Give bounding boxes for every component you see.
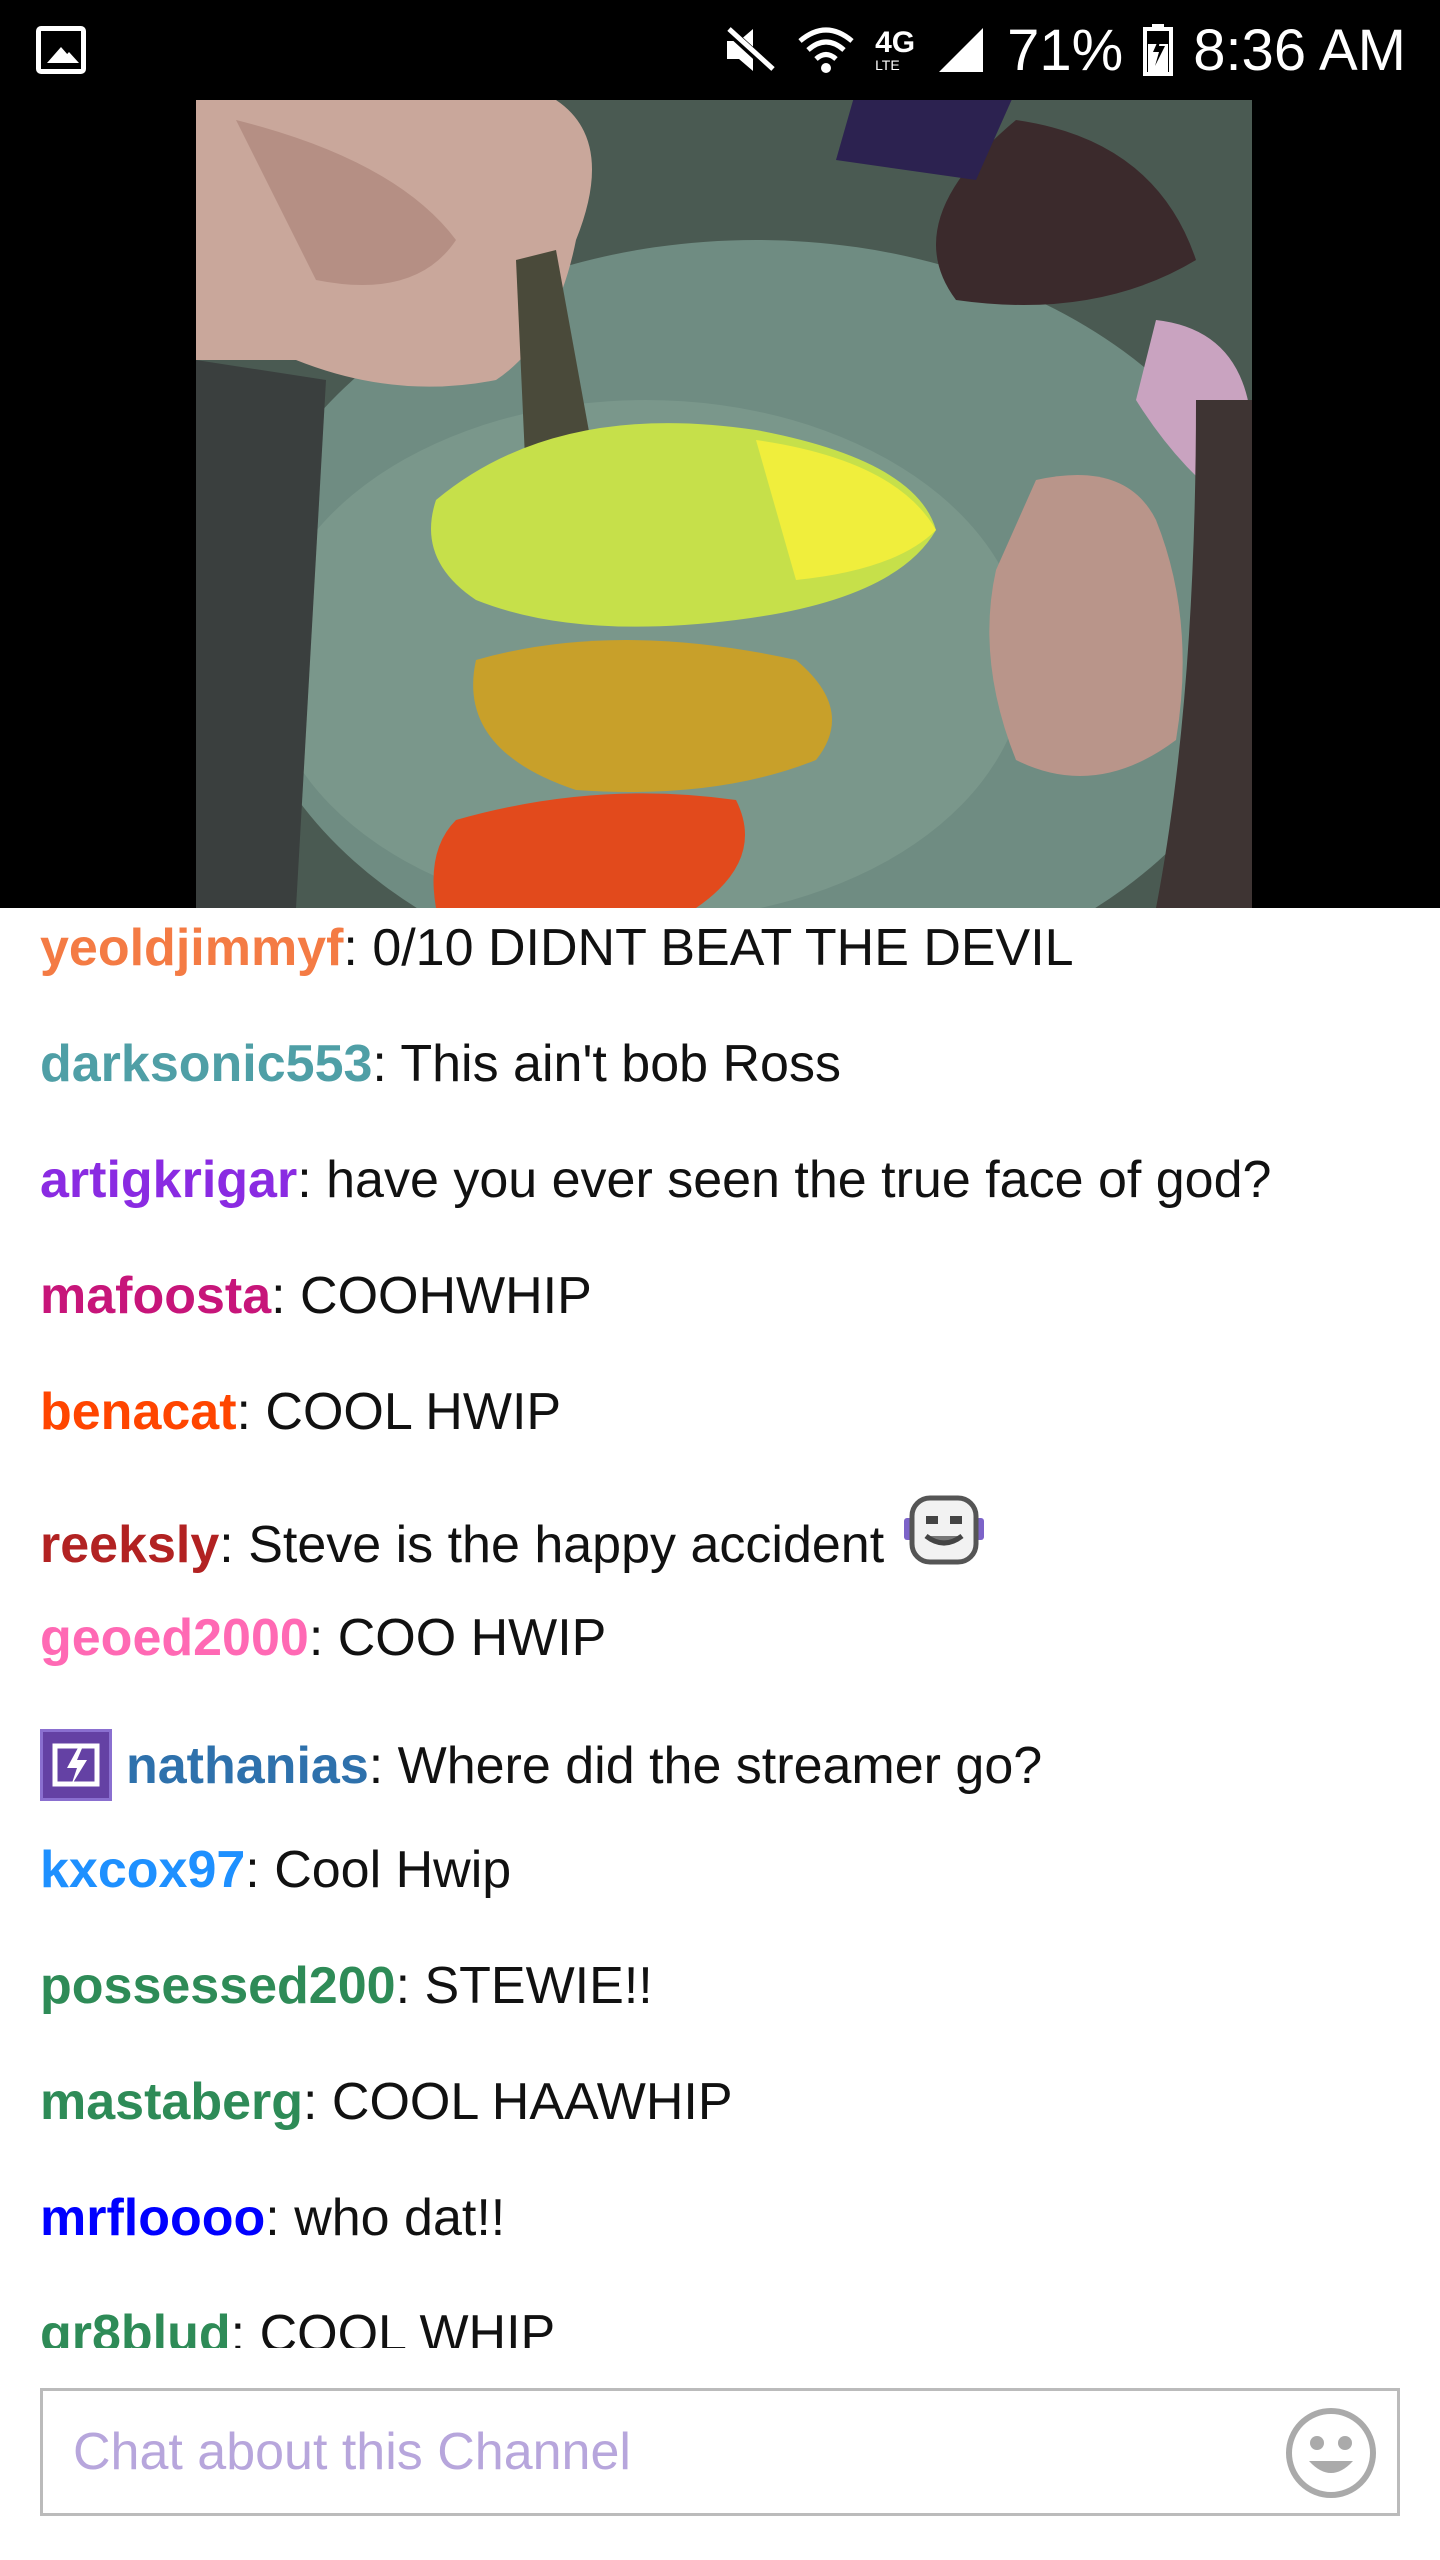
- chat-input[interactable]: [43, 2391, 1283, 2513]
- chat-text: : Cool Hwip: [245, 1841, 512, 1899]
- video-player[interactable]: [0, 100, 1440, 908]
- chat-username[interactable]: artigkrigar: [40, 1151, 297, 1209]
- chat-message: artigkrigar: have you ever seen the true…: [40, 1140, 1400, 1220]
- chat-message: possessed200: STEWIE!!: [40, 1946, 1400, 2026]
- chat-message: yeoldjimmyf: 0/10 DIDNT BEAT THE DEVIL: [40, 908, 1400, 988]
- status-bar: 4G LTE 71% 8:36 AM: [0, 0, 1440, 100]
- chat-input-box: [40, 2388, 1400, 2516]
- chat-message-list[interactable]: yeoldjimmyf: 0/10 DIDNT BEAT THE DEVIL d…: [0, 908, 1440, 2348]
- chat-username[interactable]: yeoldjimmyf: [40, 919, 343, 977]
- chat-message: reeksly: Steve is the happy accident: [40, 1495, 1400, 1580]
- video-thumbnail-painting: [196, 100, 1252, 908]
- chat-text: : Where did the streamer go?: [368, 1737, 1043, 1795]
- chat-username[interactable]: kxcox97: [40, 1841, 245, 1899]
- signal-icon: [935, 26, 987, 74]
- network-sub-label: LTE: [875, 57, 900, 73]
- chat-message: darksonic553: This ain't bob Ross: [40, 1024, 1400, 1104]
- turbo-badge[interactable]: [40, 1729, 112, 1802]
- emoji-icon[interactable]: [1283, 2405, 1379, 2501]
- chat-username[interactable]: benacat: [40, 1383, 237, 1441]
- chat-text: : COOHWHIP: [271, 1267, 592, 1325]
- wifi-icon: [797, 24, 855, 76]
- battery-percent: 71%: [1007, 17, 1124, 83]
- chat-text: : COOL HWIP: [236, 1383, 562, 1441]
- video-frame: [196, 100, 1252, 908]
- chat-message: nathanias: Where did the streamer go?: [40, 1726, 1400, 1806]
- chat-username[interactable]: gr8blud: [40, 2305, 231, 2348]
- chat-message: benacat: COOL HWIP: [40, 1372, 1400, 1452]
- chat-text: : 0/10 DIDNT BEAT THE DEVIL: [343, 919, 1074, 977]
- chat-username[interactable]: mrfloooo: [40, 2189, 265, 2247]
- chat-text: : STEWIE!!: [395, 1957, 653, 2015]
- gallery-icon: [36, 26, 86, 74]
- chat-username[interactable]: nathanias: [126, 1737, 369, 1795]
- chat-message: mastaberg: COOL HAAWHIP: [40, 2062, 1400, 2142]
- chat-message: mrfloooo: who dat!!: [40, 2178, 1400, 2258]
- mute-icon: [723, 25, 777, 75]
- chat-message: geoed2000: COO HWIP: [40, 1598, 1400, 1678]
- network-label: 4G: [875, 26, 916, 59]
- clock: 8:36 AM: [1193, 17, 1406, 83]
- robot-face-emote: [902, 1494, 986, 1591]
- chat-username[interactable]: possessed200: [40, 1957, 396, 2015]
- chat-text: : who dat!!: [265, 2189, 506, 2247]
- chat-text: : COO HWIP: [308, 1609, 607, 1667]
- chat-text: : COOL WHIP: [230, 2305, 556, 2348]
- chat-message: mafoosta: COOHWHIP: [40, 1256, 1400, 1336]
- chat-username[interactable]: mafoosta: [40, 1267, 271, 1325]
- chat-username[interactable]: reeksly: [40, 1516, 219, 1574]
- chat-text: : Steve is the happy accident: [219, 1516, 885, 1575]
- chat-username[interactable]: darksonic553: [40, 1035, 372, 1093]
- chat-message: kxcox97: Cool Hwip: [40, 1830, 1400, 1910]
- battery-icon: [1143, 24, 1174, 76]
- status-indicators: 4G LTE 71% 8:36 AM: [723, 16, 1406, 84]
- network-type-icon: 4G LTE: [875, 26, 916, 73]
- chat-text: : This ain't bob Ross: [372, 1035, 841, 1093]
- chat-text: : COOL HAAWHIP: [303, 2073, 733, 2131]
- chat-username[interactable]: geoed2000: [40, 1609, 309, 1667]
- chat-username[interactable]: mastaberg: [40, 2073, 303, 2131]
- chat-message: gr8blud: COOL WHIP: [40, 2294, 1400, 2348]
- chat-text: : have you ever seen the true face of go…: [297, 1151, 1272, 1209]
